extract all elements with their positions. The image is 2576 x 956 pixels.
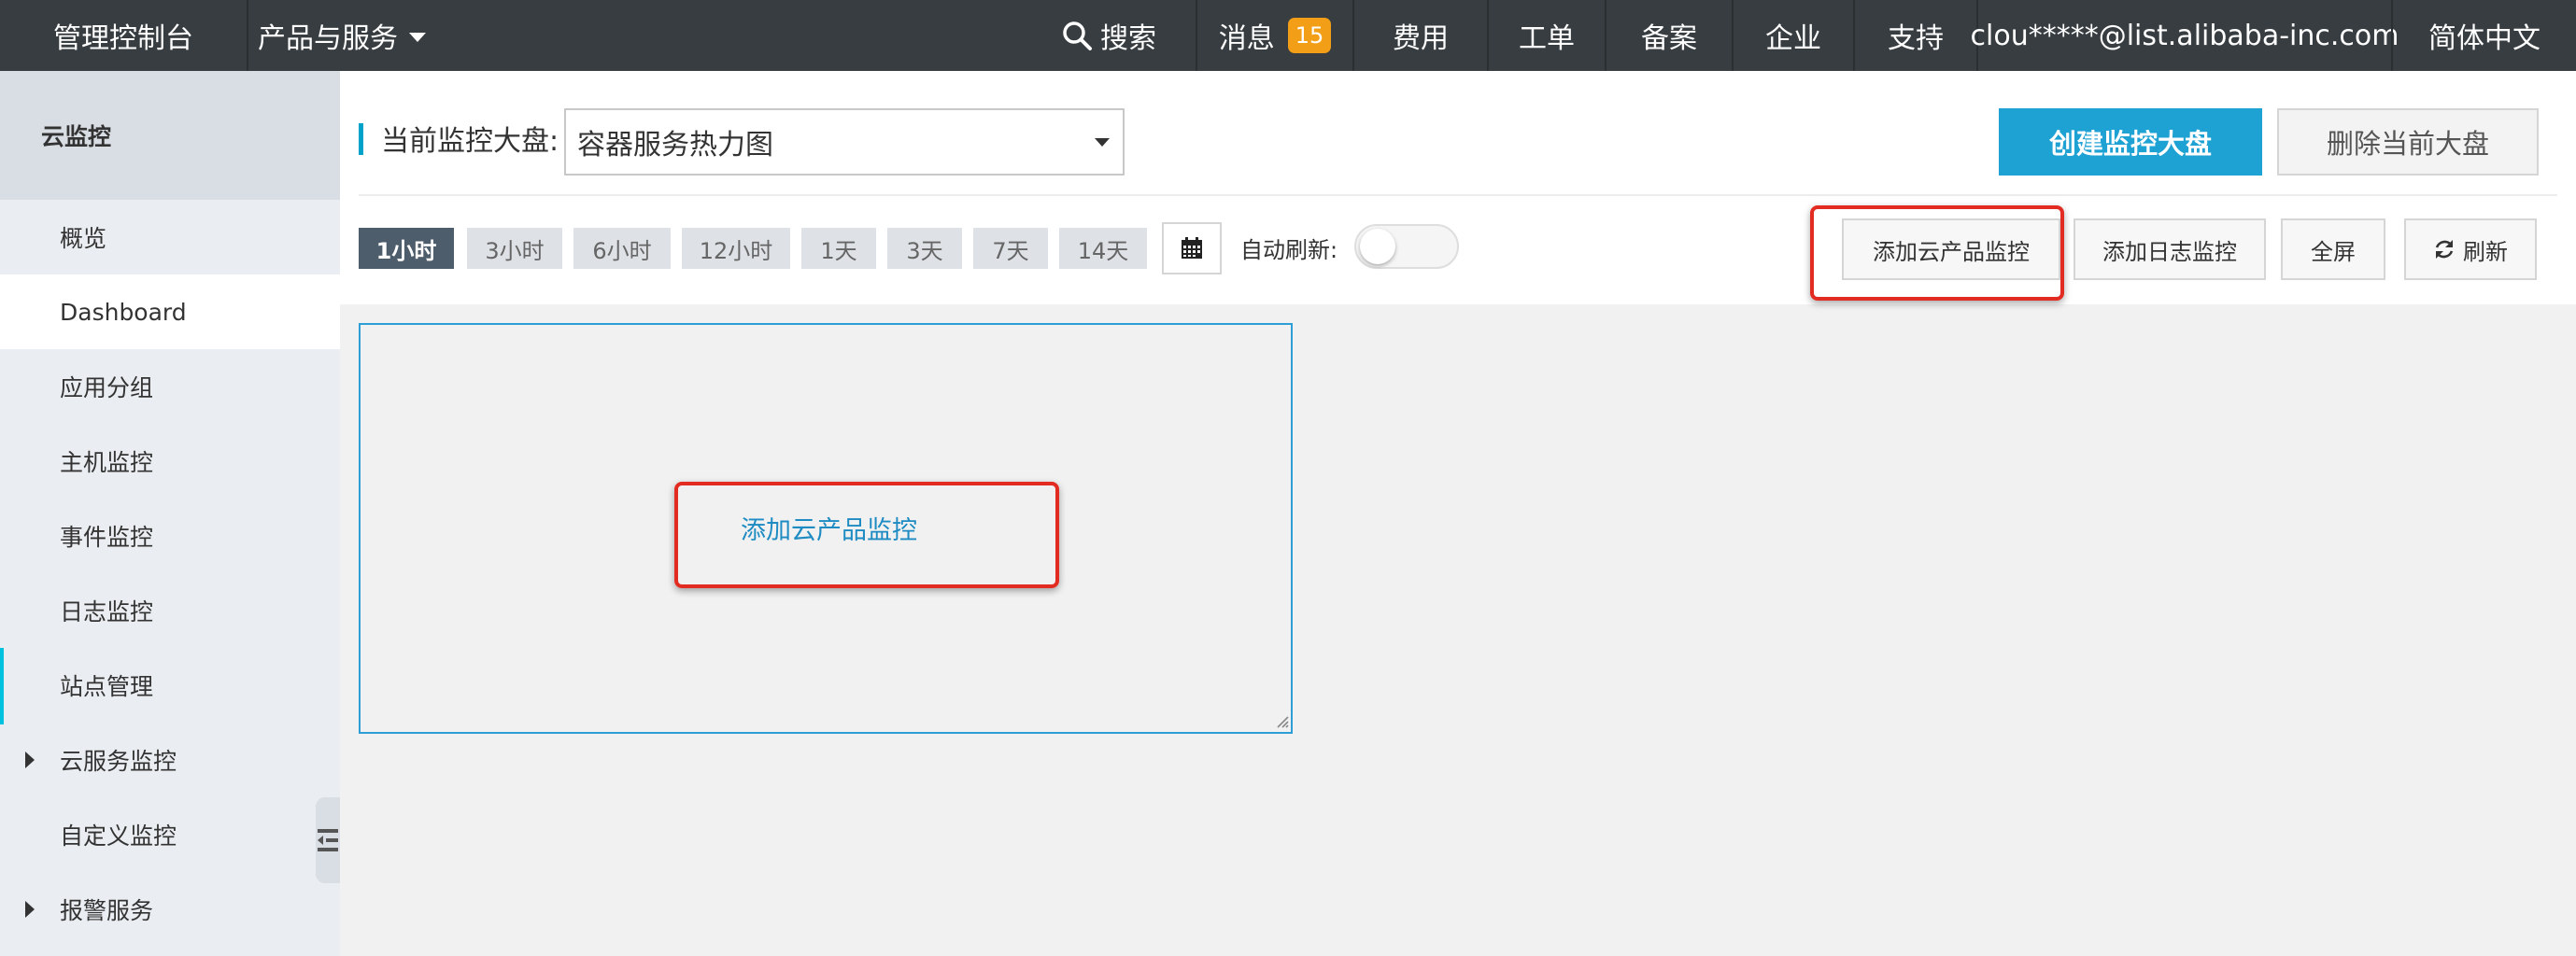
sidebar-collapse-toggle[interactable] [316, 797, 340, 883]
sidebar-item-label: 站点管理 [60, 673, 154, 700]
messages-label: 消息 [1218, 22, 1275, 55]
create-dashboard-button[interactable]: 创建监控大盘 [1999, 108, 2262, 176]
caret-right-icon [25, 752, 35, 768]
search-link[interactable]: 搜索 [1054, 0, 1164, 71]
dashboard-select-value: 容器服务热力图 [577, 129, 773, 162]
refresh-button[interactable]: 刷新 [2404, 218, 2537, 280]
enterprise-label: 企业 [1765, 22, 1821, 55]
date-picker-button[interactable] [1162, 222, 1222, 274]
toggle-knob [1360, 229, 1395, 264]
title-accent-bar [359, 123, 363, 155]
sidebar-item-label: 主机监控 [60, 449, 154, 476]
chevron-down-icon [409, 33, 426, 42]
dashboard-select-label: 当前监控大盘: [381, 125, 559, 158]
sidebar-item-label: 日志监控 [60, 598, 154, 626]
support-link[interactable]: 支持 [1855, 0, 1976, 71]
sidebar-item-log-monitoring[interactable]: 日志监控 [0, 573, 340, 648]
search-icon [1063, 21, 1092, 50]
sidebar-item-app-groups[interactable]: 应用分组 [0, 349, 340, 424]
refresh-label: 刷新 [2463, 238, 2508, 265]
billing-link[interactable]: 费用 [1354, 0, 1487, 71]
collapse-menu-icon [318, 829, 338, 851]
enterprise-link[interactable]: 企业 [1734, 0, 1853, 71]
sidebar-item-label: 报警服务 [60, 897, 154, 924]
time-range-12h[interactable]: 12小时 [682, 228, 790, 269]
message-count-badge: 15 [1287, 18, 1332, 53]
top-navigation-bar: 管理控制台 产品与服务 搜索 消息 15 费用 工单 备案 企业 支持 clou… [0, 0, 2576, 71]
highlight-box [674, 482, 1059, 588]
sidebar-item-label: 事件监控 [60, 524, 154, 551]
sidebar-accent-bar [0, 648, 4, 724]
add-log-monitor-button[interactable]: 添加日志监控 [2074, 218, 2266, 280]
billing-label: 费用 [1393, 22, 1449, 55]
chevron-down-icon [1095, 138, 1110, 147]
auto-refresh-label: 自动刷新: [1240, 237, 1338, 263]
time-range-14d[interactable]: 14天 [1059, 228, 1147, 269]
tickets-link[interactable]: 工单 [1489, 0, 1605, 71]
sidebar-item-event-monitoring[interactable]: 事件监控 [0, 499, 340, 573]
time-range-3d[interactable]: 3天 [887, 228, 962, 269]
sidebar-item-host-monitoring[interactable]: 主机监控 [0, 424, 340, 499]
language-label: 简体中文 [2428, 22, 2541, 55]
highlight-box [1810, 205, 2064, 301]
dashboard-header: 当前监控大盘: 容器服务热力图 创建监控大盘 删除当前大盘 1小时 3小时 6小… [340, 71, 2576, 304]
time-range-6h[interactable]: 6小时 [573, 228, 671, 269]
support-label: 支持 [1888, 22, 1944, 55]
refresh-icon [2435, 240, 2454, 259]
console-home-label: 管理控制台 [53, 22, 193, 55]
dashboard-select[interactable]: 容器服务热力图 [564, 108, 1125, 176]
messages-link[interactable]: 消息 15 [1197, 0, 1352, 71]
sidebar-item-alarm-service[interactable]: 报警服务 [0, 872, 340, 947]
fullscreen-button[interactable]: 全屏 [2281, 218, 2385, 280]
sidebar-item-custom-monitoring[interactable]: 自定义监控 [0, 797, 340, 872]
auto-refresh-toggle[interactable] [1354, 224, 1459, 269]
sidebar-title: 云监控 [0, 71, 340, 200]
delete-dashboard-button[interactable]: 删除当前大盘 [2277, 108, 2539, 176]
caret-right-icon [25, 901, 35, 918]
header-divider [359, 194, 2557, 196]
language-switch[interactable]: 简体中文 [2393, 0, 2576, 71]
time-range-1h[interactable]: 1小时 [359, 228, 454, 269]
account-menu[interactable]: clou*****@list.alibaba-inc.com [1971, 0, 2399, 71]
sidebar: 云监控 概览 Dashboard 应用分组 主机监控 事件监控 日志监控 站点管… [0, 71, 340, 956]
products-menu[interactable]: 产品与服务 [248, 0, 435, 71]
sidebar-item-label: 云服务监控 [60, 748, 177, 775]
tickets-label: 工单 [1519, 22, 1575, 55]
sidebar-item-overview[interactable]: 概览 [0, 200, 340, 274]
sidebar-item-label: 概览 [60, 225, 107, 252]
icp-filing-label: 备案 [1641, 22, 1697, 55]
calendar-icon [1182, 237, 1202, 259]
search-label: 搜索 [1100, 22, 1156, 55]
sidebar-item-label: Dashboard [60, 298, 187, 326]
console-home-link[interactable]: 管理控制台 [0, 0, 247, 71]
time-range-1d[interactable]: 1天 [801, 228, 876, 269]
icp-filing-link[interactable]: 备案 [1606, 0, 1732, 71]
sidebar-item-cloud-service-monitoring[interactable]: 云服务监控 [0, 723, 340, 797]
account-email: clou*****@list.alibaba-inc.com [1970, 19, 2399, 52]
time-range-3h[interactable]: 3小时 [467, 228, 562, 269]
sidebar-item-label: 自定义监控 [60, 822, 177, 850]
sidebar-item-dashboard[interactable]: Dashboard [0, 274, 340, 349]
sidebar-item-label: 应用分组 [60, 374, 154, 401]
products-menu-label: 产品与服务 [258, 22, 398, 55]
time-range-7d[interactable]: 7天 [973, 228, 1048, 269]
sidebar-item-site-management[interactable]: 站点管理 [0, 648, 340, 723]
resize-handle-icon[interactable] [1276, 715, 1289, 728]
